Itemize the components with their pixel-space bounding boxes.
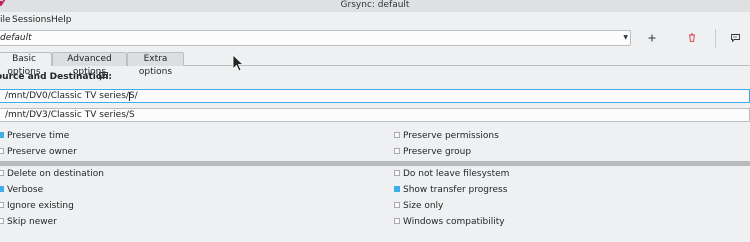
checkbox-indicator — [0, 185, 4, 192]
add-session-button[interactable] — [644, 30, 660, 46]
checkbox-indicator — [394, 147, 400, 154]
option-label: Skip newer — [7, 217, 57, 227]
title-bar: Grsync: default — [0, 0, 750, 12]
preserve-owner-checkbox[interactable]: Preserve owner — [0, 146, 77, 158]
checkbox-indicator — [0, 147, 4, 154]
source-path-input[interactable]: /mnt/DV0/Classic TV series/S/ — [0, 89, 750, 103]
add-icon — [648, 34, 656, 41]
toolbar-separator — [715, 29, 716, 48]
delete-session-button[interactable] — [684, 30, 700, 46]
destination-path-input[interactable]: /mnt/DV3/Classic TV series/S — [0, 108, 750, 122]
checkbox-indicator — [0, 201, 4, 208]
option-label: Size only — [403, 201, 444, 211]
checkbox-indicator — [394, 169, 400, 176]
option-label: Do not leave filesystem — [403, 169, 510, 179]
options-divider — [0, 161, 750, 166]
info-icon[interactable] — [99, 72, 108, 81]
option-label: Windows compatibility — [403, 217, 505, 227]
ignore-existing-checkbox[interactable]: Ignore existing — [0, 200, 74, 212]
skip-newer-checkbox[interactable]: Skip newer — [0, 216, 57, 228]
chevron-down-icon: ▼ — [623, 34, 628, 41]
tab-extra-options[interactable]: Extra options — [127, 52, 184, 77]
checkbox-indicator — [0, 131, 4, 138]
do-not-leave-filesystem-checkbox[interactable]: Do not leave filesystem — [394, 168, 509, 180]
checkbox-indicator — [0, 169, 4, 176]
comment-button[interactable] — [727, 30, 743, 46]
comment-icon — [730, 33, 740, 43]
option-label: Show transfer progress — [403, 185, 508, 195]
menu-sessions[interactable]: Sessions — [12, 14, 51, 26]
option-label: Ignore existing — [7, 201, 74, 211]
text-caret — [129, 92, 130, 101]
tab-advanced-options[interactable]: Advanced options — [52, 52, 127, 77]
option-label: Preserve permissions — [403, 131, 499, 141]
checkbox-indicator — [394, 185, 400, 192]
checkbox-indicator — [0, 217, 4, 224]
window-title: Grsync: default — [340, 0, 410, 10]
delete-on-destination-checkbox[interactable]: Delete on destination — [0, 168, 104, 180]
option-label: Preserve owner — [7, 147, 77, 157]
section-title: ource and Destination: — [0, 72, 113, 82]
tab-basic-options[interactable]: Basic options — [0, 52, 52, 77]
checkbox-indicator — [394, 131, 400, 138]
destination-path-text: /mnt/DV3/Classic TV series/S — [5, 110, 135, 120]
preserve-group-checkbox[interactable]: Preserve group — [394, 146, 471, 158]
menu-help[interactable]: Help — [51, 14, 72, 26]
option-label: Preserve group — [403, 147, 472, 157]
profile-combo[interactable]: default ▼ — [0, 30, 631, 46]
mouse-cursor — [232, 54, 244, 72]
windows-compatibility-checkbox[interactable]: Windows compatibility — [394, 216, 505, 228]
app-icon — [0, 0, 6, 7]
option-label: Preserve time — [7, 131, 70, 141]
option-label: Delete on destination — [7, 169, 104, 179]
preserve-time-checkbox[interactable]: Preserve time — [0, 130, 69, 142]
source-path-text: /mnt/DV0/Classic TV series/S/ — [5, 91, 138, 101]
option-label: Verbose — [7, 185, 44, 195]
show-transfer-progress-checkbox[interactable]: Show transfer progress — [394, 184, 507, 196]
checkbox-indicator — [394, 201, 400, 208]
menu-file[interactable]: ile — [0, 14, 11, 26]
verbose-checkbox[interactable]: Verbose — [0, 184, 43, 196]
size-only-checkbox[interactable]: Size only — [394, 200, 443, 212]
profile-value: default — [0, 33, 32, 43]
preserve-permissions-checkbox[interactable]: Preserve permissions — [394, 130, 499, 142]
delete-icon — [689, 33, 695, 42]
checkbox-indicator — [394, 217, 400, 224]
